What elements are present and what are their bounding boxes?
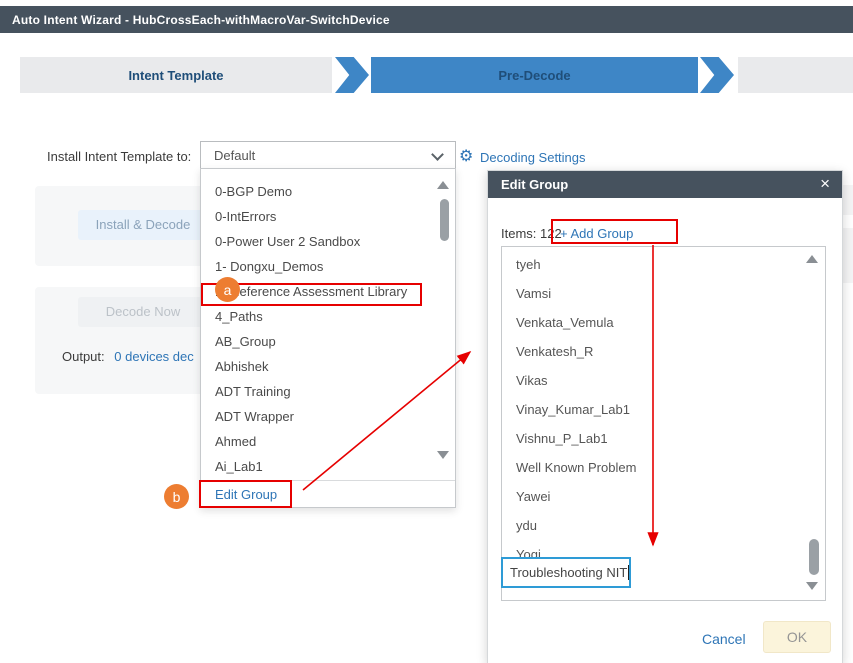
group-list-item[interactable]: Venkata_Vemula [502, 308, 825, 337]
dropdown-item[interactable]: ADT Wrapper [201, 404, 455, 429]
group-list-item[interactable]: Well Known Problem [502, 453, 825, 482]
scroll-up-icon[interactable] [806, 255, 818, 263]
items-count-label: Items: 122 [501, 226, 562, 241]
dropdown-item[interactable]: 0-Power User 2 Sandbox [201, 229, 455, 254]
group-listbox: tyeh Vamsi Venkata_Vemula Venkatesh_R Vi… [501, 246, 826, 601]
dropdown-item[interactable]: 4_Paths [201, 304, 455, 329]
group-list-item[interactable]: Vinay_Kumar_Lab1 [502, 395, 825, 424]
dropdown-item[interactable]: Ahmed [201, 429, 455, 454]
dropdown-footer: Edit Group [201, 480, 455, 508]
group-list-item[interactable]: tyeh [502, 250, 825, 279]
group-list-item[interactable]: Yawei [502, 482, 825, 511]
template-group-dropdown-value: Default [214, 148, 255, 163]
annotation-marker-a: a [215, 277, 240, 302]
template-group-dropdown[interactable]: Default [200, 141, 456, 169]
tab-pre-decode-label: Pre-Decode [498, 68, 570, 83]
dropdown-item[interactable]: ADT Training [201, 379, 455, 404]
group-list-item[interactable]: Vishnu_P_Lab1 [502, 424, 825, 453]
window-title: Auto Intent Wizard - HubCrossEach-withMa… [12, 13, 390, 27]
step-chevron-icon [335, 57, 369, 93]
decoding-settings-link[interactable]: Decoding Settings [480, 150, 586, 165]
close-icon[interactable]: × [820, 174, 830, 194]
dropdown-item[interactable]: Abhishek [201, 354, 455, 379]
new-group-input[interactable]: Troubleshooting NIT [501, 557, 631, 588]
install-and-decode-button[interactable]: Install & Decode [78, 210, 208, 240]
scroll-down-icon[interactable] [437, 451, 449, 459]
ok-button[interactable]: OK [763, 621, 831, 653]
title-bar: Auto Intent Wizard - HubCrossEach-withMa… [0, 6, 853, 33]
group-list-item[interactable]: Vamsi [502, 279, 825, 308]
decode-now-button[interactable]: Decode Now [78, 297, 208, 327]
background-fragment [843, 228, 853, 283]
add-group-link[interactable]: + Add Group [560, 226, 633, 241]
group-list: tyeh Vamsi Venkata_Vemula Venkatesh_R Vi… [502, 250, 825, 569]
dropdown-item[interactable]: 0-BGP Demo [201, 179, 455, 204]
dropdown-item[interactable]: 0-IntErrors [201, 204, 455, 229]
chevron-down-icon [431, 148, 444, 161]
dropdown-items: 0-BGP Demo 0-IntErrors 0-Power User 2 Sa… [201, 179, 455, 477]
scroll-down-icon[interactable] [806, 582, 818, 590]
group-list-item[interactable]: Venkatesh_R [502, 337, 825, 366]
dropdown-item[interactable]: 1- Dongxu_Demos [201, 254, 455, 279]
gear-icon[interactable]: ⚙ [459, 146, 473, 165]
devices-decoded-link[interactable]: 0 devices dec [114, 349, 194, 364]
template-group-dropdown-list: 0-BGP Demo 0-IntErrors 0-Power User 2 Sa… [200, 168, 456, 508]
scroll-up-icon[interactable] [437, 181, 449, 189]
step-chevron-icon [700, 57, 734, 93]
edit-group-panel-title: Edit Group [501, 177, 568, 192]
tab-intent-template[interactable]: Intent Template [20, 57, 332, 93]
output-label: Output: [62, 349, 105, 364]
edit-group-panel-header: Edit Group [488, 171, 842, 198]
scrollbar-thumb[interactable] [809, 539, 819, 575]
tab-intent-template-label: Intent Template [128, 68, 223, 83]
new-group-input-value: Troubleshooting NIT [510, 565, 627, 580]
auto-intent-wizard-window: Auto Intent Wizard - HubCrossEach-withMa… [0, 0, 853, 663]
cancel-button[interactable]: Cancel [702, 631, 746, 647]
output-row: Output: 0 devices dec [62, 349, 194, 364]
background-fragment [843, 185, 853, 215]
edit-group-link[interactable]: Edit Group [215, 487, 277, 502]
edit-group-panel: Edit Group × Items: 122 + Add Group tyeh… [487, 170, 843, 663]
text-cursor [628, 565, 629, 580]
group-list-item[interactable]: ydu [502, 511, 825, 540]
tab-next-placeholder [738, 57, 853, 93]
tab-pre-decode[interactable]: Pre-Decode [371, 57, 698, 93]
install-template-label: Install Intent Template to: [47, 149, 191, 164]
annotation-marker-b: b [164, 484, 189, 509]
scrollbar-thumb[interactable] [440, 199, 449, 241]
dropdown-item[interactable]: Ai_Lab1 [201, 454, 455, 477]
dropdown-item[interactable]: AB_Group [201, 329, 455, 354]
group-list-item[interactable]: Vikas [502, 366, 825, 395]
